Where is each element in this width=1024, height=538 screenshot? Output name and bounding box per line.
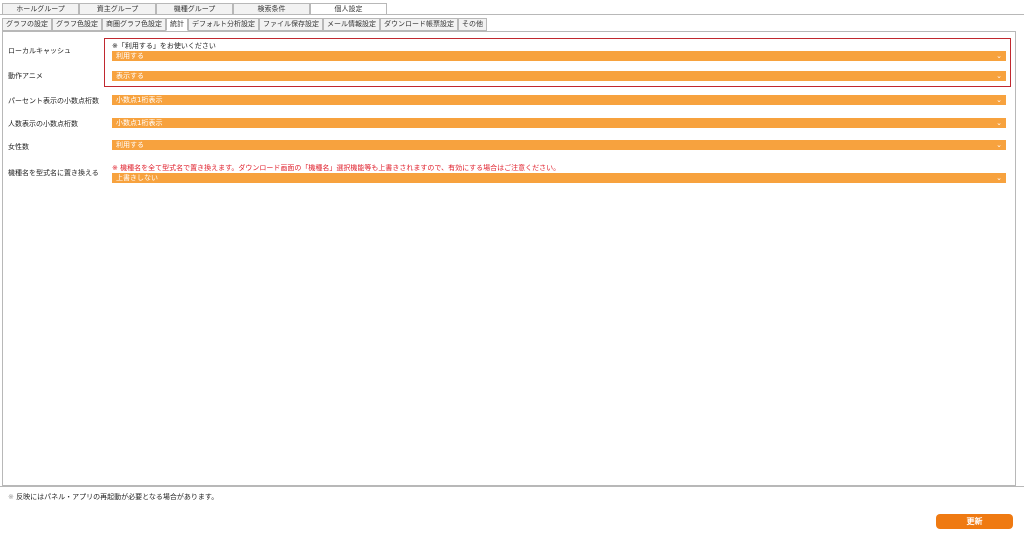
replace-model-value: 上書きしない [116, 174, 158, 182]
subtab-download-report[interactable]: ダウンロード帳票設定 [380, 18, 458, 31]
people-decimals-select[interactable]: 小数点1桁表示 ⌄ [112, 118, 1006, 128]
chevron-down-icon: ⌄ [996, 119, 1002, 127]
animation-value: 表示する [116, 72, 144, 80]
percent-decimals-label: パーセント表示の小数点桁数 [8, 97, 99, 105]
subtab-graph-settings[interactable]: グラフの設定 [2, 18, 52, 31]
local-cache-select[interactable]: 利用する ⌄ [112, 51, 1006, 61]
local-cache-note: ※「利用する」をお使いください [112, 42, 216, 50]
footer-divider [0, 486, 1024, 487]
subtab-default-analysis[interactable]: デフォルト分析設定 [188, 18, 259, 31]
replace-model-warning: ※ 機種名を全て型式名で置き換えます。ダウンロード画面の「機種名」選択機能等も上… [112, 164, 561, 172]
chevron-down-icon: ⌄ [996, 72, 1002, 80]
female-count-label: 女性数 [8, 143, 29, 151]
note-mark: ※ [8, 493, 14, 501]
update-button[interactable]: 更新 [936, 514, 1013, 529]
replace-model-select[interactable]: 上書きしない ⌄ [112, 173, 1006, 183]
people-decimals-value: 小数点1桁表示 [116, 119, 163, 127]
chevron-down-icon: ⌄ [996, 52, 1002, 60]
percent-decimals-select[interactable]: 小数点1桁表示 ⌄ [112, 95, 1006, 105]
footer-note-text: 反映にはパネル・アプリの再起動が必要となる場合があります。 [16, 493, 219, 501]
subtab-other[interactable]: その他 [458, 18, 487, 31]
replace-model-label: 機種名を型式名に置き換える [8, 169, 99, 177]
footer-note: ※ 反映にはパネル・アプリの再起動が必要となる場合があります。 [8, 492, 218, 502]
animation-select[interactable]: 表示する ⌄ [112, 71, 1006, 81]
local-cache-value: 利用する [116, 52, 144, 60]
chevron-down-icon: ⌄ [996, 174, 1002, 182]
subtab-file-save[interactable]: ファイル保存設定 [259, 18, 323, 31]
subtab-statistics[interactable]: 統計 [166, 18, 188, 31]
people-decimals-label: 人数表示の小数点桁数 [8, 120, 78, 128]
female-count-value: 利用する [116, 141, 144, 149]
subtab-graph-color[interactable]: グラフ色設定 [52, 18, 102, 31]
sub-tab-bar: グラフの設定 グラフ色設定 商圏グラフ色設定 統計 デフォルト分析設定 ファイル… [2, 18, 487, 31]
subtab-trade-area-graph-color[interactable]: 商圏グラフ色設定 [102, 18, 166, 31]
animation-label: 動作アニメ [8, 72, 43, 80]
subtab-mail-info[interactable]: メール情報設定 [323, 18, 380, 31]
chevron-down-icon: ⌄ [996, 141, 1002, 149]
female-count-select[interactable]: 利用する ⌄ [112, 140, 1006, 150]
chevron-down-icon: ⌄ [996, 96, 1002, 104]
top-tab-divider [0, 14, 1024, 15]
percent-decimals-value: 小数点1桁表示 [116, 96, 163, 104]
local-cache-label: ローカルキャッシュ [8, 47, 71, 55]
